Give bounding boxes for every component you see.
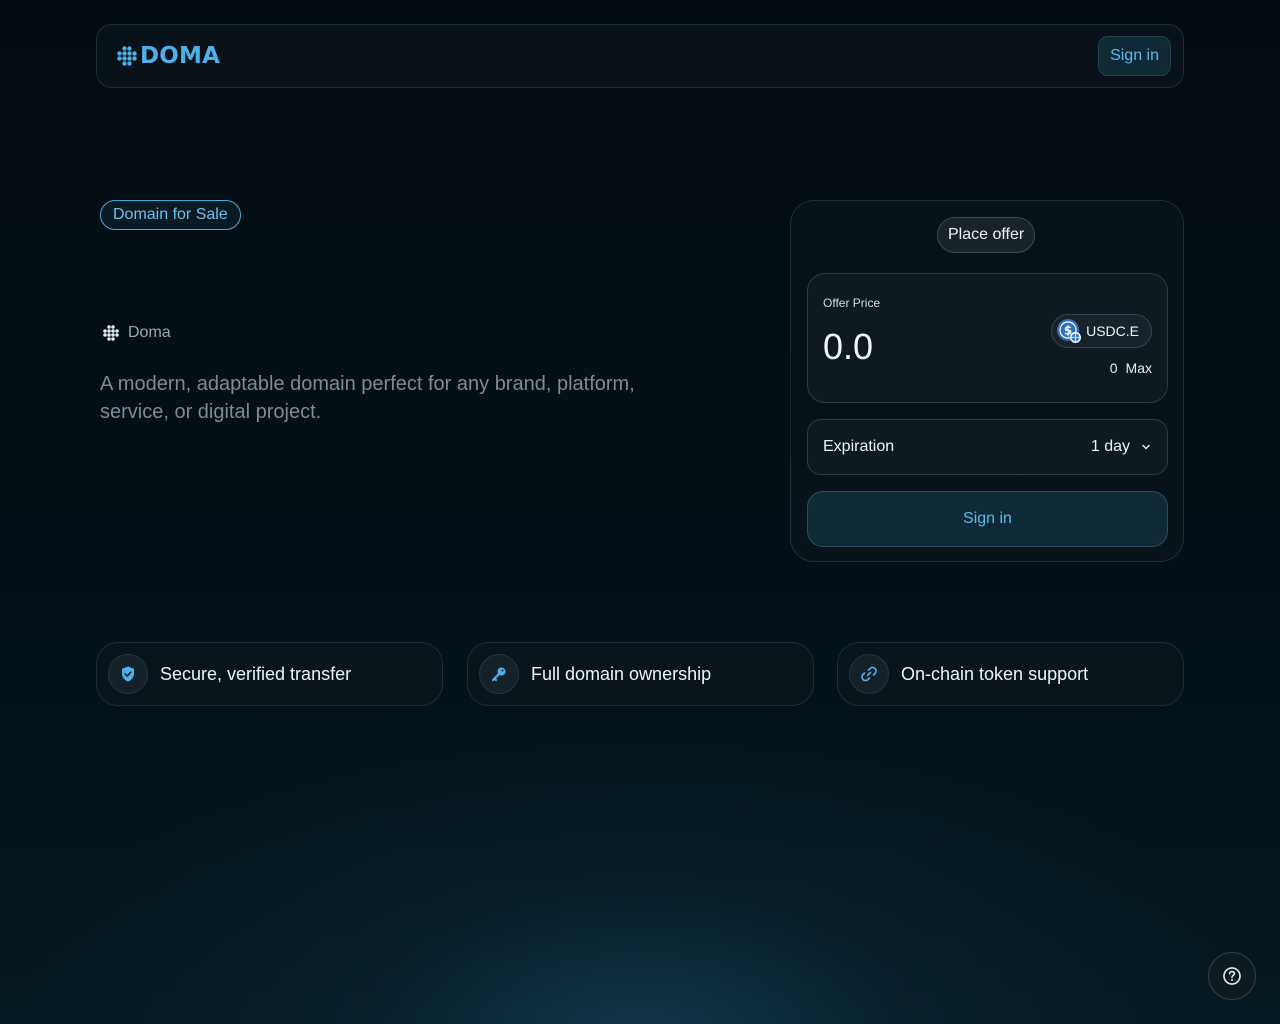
offer-price-input[interactable]: 0.0	[823, 326, 873, 368]
feature-label: Full domain ownership	[531, 663, 712, 684]
token-symbol: USDC.E	[1086, 323, 1139, 339]
expiration-select[interactable]: Expiration 1 day	[807, 419, 1168, 475]
feature-full-ownership: Full domain ownership	[467, 642, 814, 706]
logo-text: DOMA	[140, 43, 221, 69]
feature-label: Secure, verified transfer	[160, 663, 352, 684]
expiration-value-group: 1 day	[1091, 438, 1152, 456]
max-button[interactable]: Max	[1126, 360, 1152, 376]
feature-onchain-token: On-chain token support	[837, 642, 1184, 706]
top-navbar: DOMA Sign in	[96, 24, 1184, 88]
feature-label: On-chain token support	[901, 663, 1089, 684]
offer-sign-in-button[interactable]: Sign in	[807, 491, 1168, 547]
expiration-value: 1 day	[1090, 438, 1130, 455]
usdc-token-icon: $	[1057, 319, 1082, 343]
balance-row: 0 Max	[1110, 360, 1152, 376]
offer-price-label: Offer Price	[823, 296, 881, 310]
expiration-label: Expiration	[823, 438, 895, 455]
domain-description: A modern, adaptable domain perfect for a…	[100, 373, 635, 423]
offer-card: Place offer Offer Price 0.0 $ USDC.E 0 M…	[790, 200, 1184, 562]
doma-logo-icon	[117, 46, 137, 66]
doma-brand-icon	[103, 325, 119, 341]
chevron-down-icon	[1142, 444, 1150, 450]
key-icon	[479, 654, 519, 694]
token-selector[interactable]: $ USDC.E	[1051, 314, 1152, 348]
brand-line: Doma	[103, 324, 171, 342]
offer-price-box: Offer Price 0.0 $ USDC.E 0 Max	[807, 273, 1168, 403]
header-sign-in-button[interactable]: Sign in	[1098, 36, 1171, 76]
doma-logo[interactable]: DOMA	[117, 43, 220, 69]
place-offer-tab[interactable]: Place offer	[937, 217, 1036, 253]
token-balance: 0	[1109, 360, 1118, 376]
shield-check-icon	[108, 654, 148, 694]
brand-name: Doma	[128, 324, 171, 341]
feature-secure-transfer: Secure, verified transfer	[96, 642, 443, 706]
link-icon	[849, 654, 889, 694]
domain-for-sale-badge: Domain for Sale	[100, 200, 241, 230]
help-button[interactable]	[1208, 952, 1256, 1000]
question-circle-icon	[1223, 967, 1241, 985]
